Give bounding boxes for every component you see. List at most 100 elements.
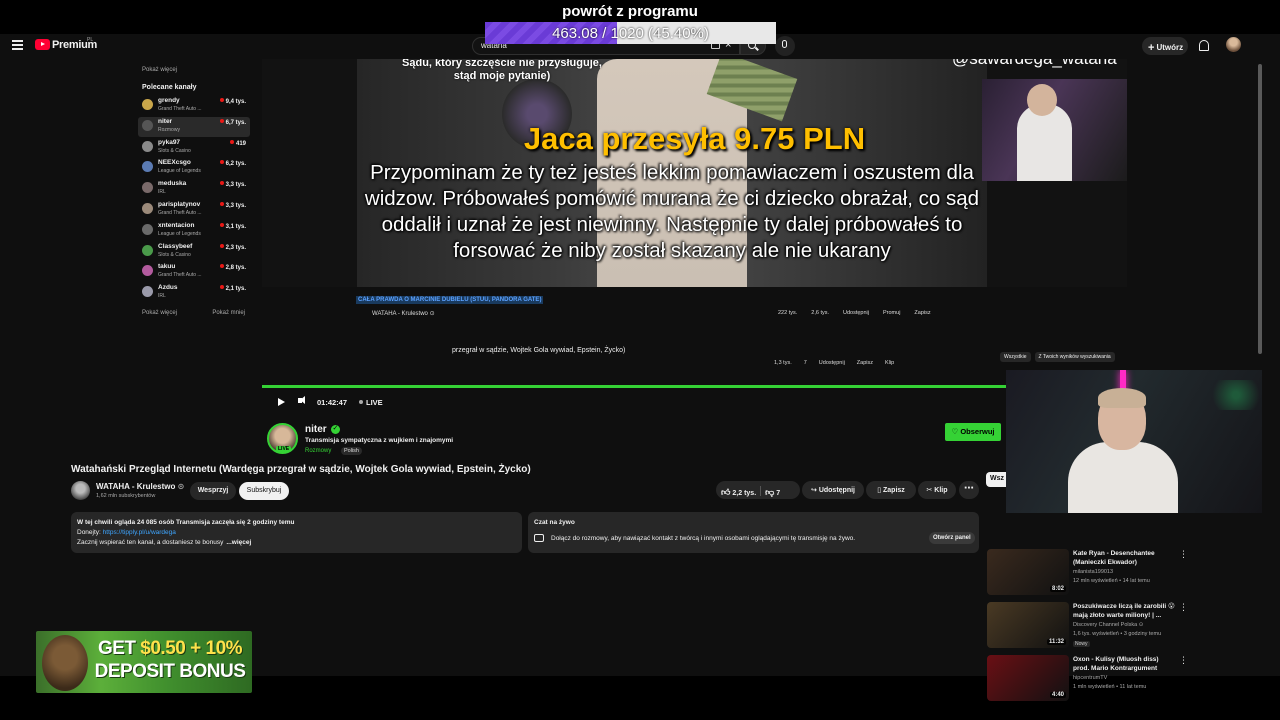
like-divider [760,486,762,496]
show-less-footer-link[interactable]: Pokaż mniej [212,310,245,316]
recommended-channel-item[interactable]: meduska IRL 3,3 tys. [138,179,250,199]
subscriber-count: 1,62 mln subskrybentów [96,493,156,499]
stream-title: Transmisja sympatyczna z wujkiem i znajo… [305,437,454,444]
donate-link[interactable]: https://tipply.pl/u/wardega [103,529,176,536]
video-item-meta: 12 mln wyświetleń • 14 lat temu [1073,578,1150,584]
video-item-channel[interactable]: milanista199013 [1073,569,1113,575]
kebab-menu-icon[interactable]: ⋮ [1179,655,1188,666]
recommended-channel-item[interactable]: NEEXcsgo League of Legends 6,2 tys. [138,158,250,178]
channel-avatar-small [142,182,153,194]
recommended-channel-name: niter [158,117,173,125]
video-item-title[interactable]: Poszukiwacze liczą ile zarobili 😮 mają z… [1073,602,1175,620]
video-item-channel[interactable]: hipcentrumTV [1073,675,1107,681]
youtube-logo-icon[interactable] [35,39,50,50]
like-dislike-button[interactable]: 👍︎ 2,2 tys. 👎︎ 7 [716,481,800,499]
play-icon[interactable] [278,398,285,406]
recommended-channel-viewers: 6,2 tys. [220,160,246,167]
embedded-action-row-2: 1,3 tys. 7 Udostępnij Zapisz Klip [774,360,906,366]
casino-ad-banner[interactable]: GET $0.50 + 10% DEPOSIT BONUS [36,631,252,693]
recommended-channel-item[interactable]: grendy Grand Theft Auto ... 9,4 tys. [138,96,250,116]
recommended-channel-viewers: 6,7 tys. [220,119,246,126]
notifications-bell-icon[interactable] [1199,40,1209,51]
streamer-body-image [1068,442,1178,513]
recommended-channel-item[interactable]: takuu Grand Theft Auto ... 2,8 tys. [138,262,250,282]
volume-icon[interactable] [298,396,305,404]
live-chat-description: Dołącz do rozmowy, aby nawiązać kontakt … [551,535,856,542]
recommended-channel-item[interactable]: parisplatynov Grand Theft Auto ... 3,3 tys… [138,200,250,220]
show-more-footer-link[interactable]: Pokaż więcej [142,310,177,316]
ad-subline: DEPOSIT BONUS [94,661,246,682]
recommended-channel-item[interactable]: pyka97 Slots & Casino 419 [138,138,250,158]
more-actions-button[interactable]: ⋯ [959,481,979,499]
stream-category[interactable]: Rozmowy [305,448,331,454]
recommended-channel-category: Grand Theft Auto ... [158,210,202,216]
embedded-youtube-page: CAŁA PRAWDA O MARCINIE DUBIELU (STUU, PA… [262,287,1127,379]
recommended-channel-category: Rozmowy [158,126,180,133]
video-item-title[interactable]: Kate Ryan - Desenchantee (Manieczki Ekwa… [1073,549,1175,567]
embedded-action-label: Zapisz [914,310,931,316]
open-panel-button[interactable]: Otwórz panel [929,532,975,544]
recommended-channels-heading: Polecane kanały [142,84,197,91]
channel-name[interactable]: WATAHA - Krulestwo ⊙ [96,482,184,491]
embedded-action-label: Zapisz [856,360,873,366]
embedded-action-label: 7 [803,360,807,366]
recommended-channel-item[interactable]: niter Rozmowy 6,7 tys. [138,116,250,137]
video-item-channel[interactable]: Discovery Channel Polska ⊙ [1073,622,1143,628]
description-box[interactable]: W tej chwili ogląda 24 085 osób Transmis… [71,512,522,553]
channel-avatar-small [142,161,153,173]
ad-mascot-image [42,635,88,691]
save-button[interactable]: ▯ Zapisz [866,481,916,499]
video-item-meta: 1 mln wyświetleń • 11 lat temu [1073,684,1147,690]
video-item-title[interactable]: Oxon - Kulisy (Mluosh diss) prod. Mario … [1073,655,1175,673]
account-avatar[interactable] [1226,37,1241,52]
page-scrollbar[interactable] [1258,64,1262,354]
embedded-action-label: Udostępnij [843,310,869,316]
recommended-channel-viewers: 9,4 tys. [220,98,246,105]
recommended-channel-item[interactable]: Azdus IRL 2,1 tys. [138,283,250,303]
embedded-chip-row: Wszystkie Z Twoich wyników wyszukiwania [1000,352,1119,362]
share-icon: ↪ [811,487,819,494]
embedded-action-row-1: 222 tys. 2,6 tys. Udostępnij Promuj Zapisz [778,310,945,316]
video-thumbnail[interactable]: 4:40 [987,655,1069,701]
follow-button[interactable]: ♡ Obserwuj [945,423,1001,441]
support-text: Zacznij wspierać ten kanał, a dostaniesz… [77,539,224,546]
recommended-channel-item[interactable]: xntentacion League of Legends 3,1 tys. [138,221,250,241]
share-button[interactable]: ↪ Udostępnij [802,481,864,499]
video-thumbnail[interactable]: 8:02 [987,549,1069,595]
recommended-channel-viewers: 3,3 tys. [220,181,246,188]
ad-headline: GET $0.50 + 10% [90,638,250,660]
kebab-menu-icon[interactable]: ⋮ [1179,549,1188,560]
video-thumbnail[interactable]: 11:32 [987,602,1069,648]
recommended-channel-name: pyka97 [158,138,181,146]
show-more-link[interactable]: Pokaż więcej [142,67,177,73]
recommended-channel-name: meduska [158,180,187,188]
description-more-link[interactable]: ...więcej [226,539,251,546]
follow-label: Obserwuj [960,427,995,436]
recommended-channel-item[interactable]: Classybeef Slots & Casino 2,3 tys. [138,242,250,262]
recommended-channel-viewers: 2,8 tys. [220,264,246,271]
support-button[interactable]: Wesprzyj [190,482,236,500]
voice-search-button[interactable] [775,36,795,56]
streamer-live-badge: LIVE [276,446,292,452]
kebab-menu-icon[interactable]: ⋮ [1179,602,1188,613]
plus-icon: + [1148,42,1155,54]
seek-bar[interactable] [262,385,1127,388]
create-button[interactable]: + Utwórz [1142,37,1188,55]
language-tag[interactable]: Polish [341,447,362,455]
embedded-action-label: Promuj [883,310,901,316]
embedded-action-label: Klip [885,360,895,366]
menu-icon[interactable] [12,40,23,50]
thumbs-up-icon[interactable]: 👍︎ [721,487,730,498]
recommended-video-item[interactable]: 8:02 Kate Ryan - Desenchantee (Manieczki … [987,549,1188,599]
streamer-name[interactable]: niter [305,424,327,435]
recommended-video-item[interactable]: 4:40 Oxon - Kulisy (Mluosh diss) prod. Ma… [987,655,1188,705]
video-player[interactable]: Sądu, który szczęście nie przysługuje, s… [262,59,1127,379]
live-indicator[interactable]: LIVE [359,398,383,407]
clip-button[interactable]: ✂ Klip [918,481,956,499]
recommended-channel-category: Slots & Casino [158,147,191,154]
channel-avatar[interactable] [71,481,90,500]
subscribe-button[interactable]: Subskrybuj [239,482,289,500]
recommended-video-item[interactable]: 11:32 Poszukiwacze liczą ile zarobili 😮 m… [987,602,1188,652]
channel-avatar-small [142,119,153,131]
thumbs-down-icon[interactable]: 👎︎ [765,487,774,498]
